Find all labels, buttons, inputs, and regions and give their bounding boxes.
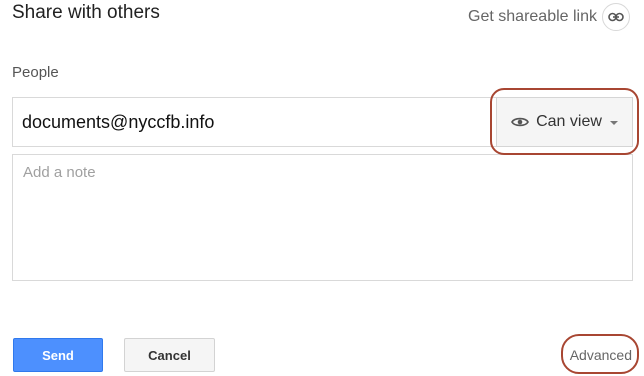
permission-dropdown[interactable]: Can view [496,97,633,147]
people-input[interactable]: documents@nyccfb.info [12,97,496,147]
send-button[interactable]: Send [13,338,103,372]
people-label: People [12,64,59,81]
advanced-link[interactable]: Advanced [570,347,632,363]
get-shareable-link-button[interactable]: Get shareable link [468,3,630,31]
chevron-down-icon [609,121,618,125]
link-icon [602,3,630,31]
permission-label: Can view [536,113,602,130]
dialog-title: Share with others [12,2,160,23]
cancel-button[interactable]: Cancel [124,338,215,372]
note-textarea[interactable]: Add a note [12,154,633,281]
get-shareable-link-label: Get shareable link [468,8,597,25]
eye-icon [511,116,530,128]
